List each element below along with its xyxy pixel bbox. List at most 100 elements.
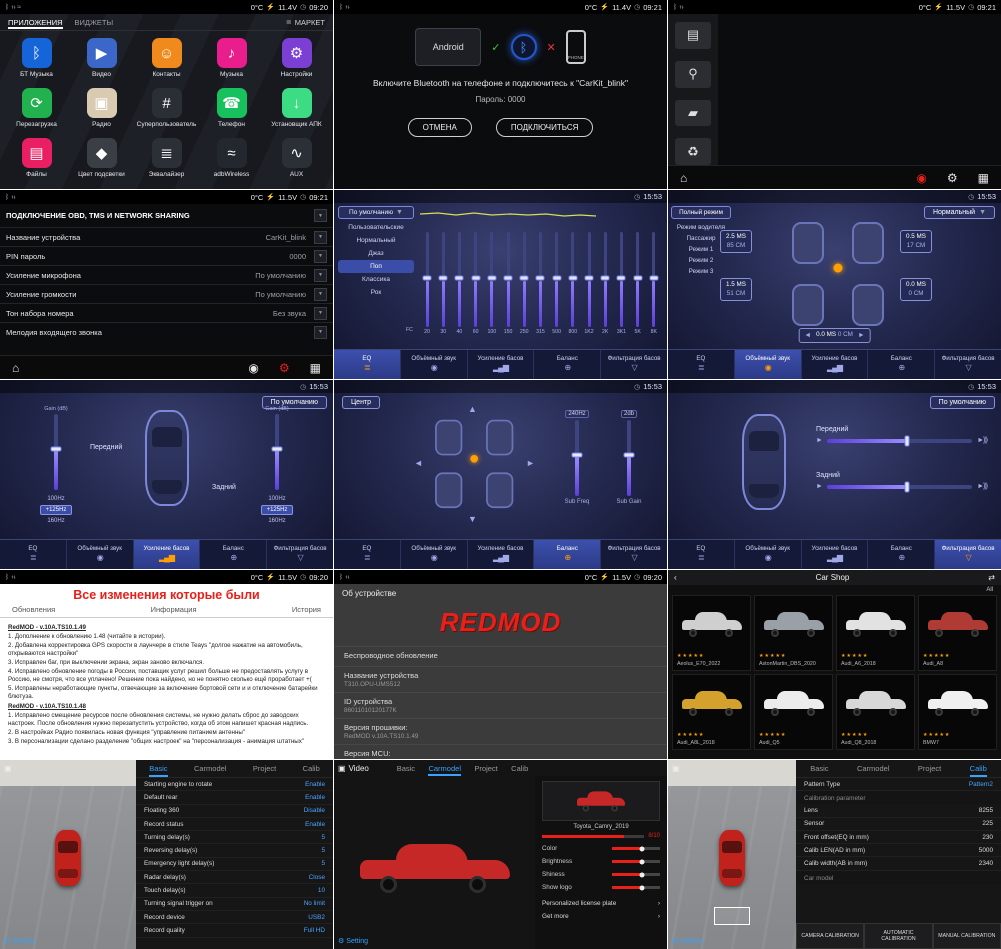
eraser-icon[interactable]: ▰ — [675, 100, 711, 127]
app-shortcut[interactable]: ▶ Видео — [69, 38, 134, 78]
car-model-tile[interactable]: ★★★★★ Audi_Q5 — [754, 674, 833, 750]
audio-tab[interactable]: Баланс ⊕ — [534, 350, 601, 379]
app-shortcut[interactable]: ☺ Контакты — [134, 38, 199, 78]
connect-button[interactable]: ПОДКЛЮЧИТЬСЯ — [496, 118, 594, 137]
app-shortcut[interactable]: ◆ Цвет подсветки — [69, 138, 134, 178]
app-shortcut[interactable]: ∿ AUX — [264, 138, 329, 178]
preset-item[interactable]: Рок — [338, 286, 414, 299]
slider-track[interactable] — [575, 420, 579, 496]
obd-setting-row[interactable]: Тон набора номера Без звука ▼ — [0, 303, 333, 322]
car-model-tile[interactable]: ★★★★★ AstonMartin_DBS_2020 — [754, 595, 833, 671]
audio-tab[interactable]: Объёмный звук ◉ — [67, 540, 134, 569]
eq-band-track[interactable] — [555, 232, 558, 327]
eq-band-slider[interactable]: 5K — [631, 232, 645, 335]
eq-band-track[interactable] — [490, 232, 493, 327]
apps-grid-icon[interactable]: ▦ — [310, 361, 321, 375]
obd-setting-row[interactable]: Название устройства CarKit_blink ▼ — [0, 227, 333, 246]
setting-row[interactable]: Record device USB2 — [136, 911, 333, 924]
eq-band-track[interactable] — [426, 232, 429, 327]
setting-row[interactable]: Turning delay(s) 5 — [136, 831, 333, 844]
cam-tab[interactable]: Project — [918, 760, 941, 777]
dropdown-icon[interactable]: ▼ — [314, 288, 327, 301]
slider-knob[interactable] — [601, 275, 610, 280]
transfer-icon[interactable]: ⇄ — [988, 573, 995, 582]
setting-row[interactable]: Turning signal trigger on No limit — [136, 898, 333, 911]
eq-band-slider[interactable]: 20 — [420, 232, 434, 335]
audio-tab[interactable]: EQ ≣ — [668, 540, 735, 569]
calibration-button[interactable]: CAMERA CALIBRATION — [796, 923, 864, 949]
freq-option[interactable]: +125Hz — [40, 505, 73, 515]
eq-band-slider[interactable]: 1K2 — [582, 232, 596, 335]
default-button[interactable]: По умолчанию — [930, 396, 995, 409]
apps-grid-icon[interactable]: ▦ — [978, 171, 989, 185]
slider-knob[interactable] — [572, 452, 583, 457]
cancel-button[interactable]: ОТМЕНА — [408, 118, 472, 137]
gear-icon[interactable]: ⚙ — [279, 361, 290, 375]
slider-knob[interactable] — [423, 275, 432, 280]
rear-right-delay-chip[interactable]: 0.0 MS 0 CM — [900, 278, 932, 301]
market-button[interactable]: ≣ МАРКЕТ — [286, 18, 325, 27]
rear-left-delay-chip[interactable]: 1.5 MS 51 CM — [720, 278, 752, 301]
calibration-button[interactable]: MANUAL CALIBRATION — [933, 923, 1001, 949]
setting-button[interactable]: ⚙ Setting — [672, 937, 702, 945]
tab-widgets[interactable]: ВИДЖЕТЫ — [75, 18, 114, 27]
obd-setting-row[interactable]: Усиление микрофона По умолчанию ▼ — [0, 265, 333, 284]
tab-applications[interactable]: ПРИЛОЖЕНИЯ — [8, 18, 63, 27]
app-shortcut[interactable]: # Суперпользователь — [134, 88, 199, 128]
front-left-delay-chip[interactable]: 2.5 MS 85 CM — [720, 230, 752, 253]
car-model-tile[interactable]: ★★★★★ Audi_A6_2018 — [836, 595, 915, 671]
cam-tab[interactable]: Carmodel — [428, 760, 461, 776]
default-preset-button[interactable]: По умолчанию ▼ — [338, 206, 414, 219]
eq-band-slider[interactable]: 60 — [469, 232, 483, 335]
audio-tab[interactable]: Фильтрация басов ▽ — [267, 540, 333, 569]
slider-knob[interactable] — [904, 481, 909, 492]
setting-row[interactable]: Touch delay(s) 10 — [136, 884, 333, 897]
slider-knob[interactable] — [504, 275, 513, 280]
dropdown-icon[interactable]: ▼ — [314, 326, 327, 339]
app-shortcut[interactable]: ▣ Радио — [69, 88, 134, 128]
eq-band-track[interactable] — [652, 232, 655, 327]
audio-tab[interactable]: Баланс ⊕ — [868, 540, 935, 569]
mode-item[interactable]: Режим 3 — [671, 266, 731, 277]
cam-tab[interactable]: Calib — [511, 760, 528, 776]
audio-tab[interactable]: Объёмный звук ◉ — [401, 540, 468, 569]
setting-slider[interactable] — [612, 873, 660, 876]
cam-tab[interactable]: Carmodel — [194, 760, 227, 777]
audio-tab[interactable]: Усиление басов ▂▄▆ — [468, 350, 535, 379]
broadcast-icon[interactable]: ◉ — [248, 361, 258, 375]
video-button[interactable]: ▣ Video — [338, 764, 369, 773]
about-item[interactable]: Название устройства T310.OPU-UMS512 — [334, 666, 667, 692]
about-item[interactable]: Версия MCU: Ts10.1.1-100-W01-A4C689-2205… — [334, 744, 667, 759]
preset-dropdown[interactable]: Нормальный ▼ — [924, 206, 995, 219]
changelog-tab[interactable]: История — [292, 605, 321, 614]
car-thumbnail[interactable] — [542, 781, 660, 821]
eq-band-slider[interactable]: 100 — [485, 232, 499, 335]
about-item[interactable]: Версия прошивки: RedMOD v.10A.TS10.1.49 — [334, 718, 667, 744]
setting-row[interactable]: Record status Enable — [136, 818, 333, 831]
center-button[interactable]: Центр — [342, 396, 380, 409]
slider-knob[interactable] — [272, 446, 283, 451]
app-shortcut[interactable]: ▤ Файлы — [4, 138, 69, 178]
setting-slider[interactable] — [612, 860, 660, 863]
model-setting-row[interactable]: Color — [542, 842, 660, 855]
preset-item[interactable]: Джаз — [338, 247, 414, 260]
cam-tab[interactable]: Project — [474, 760, 497, 776]
setting-row[interactable]: Emergency light delay(s) 5 — [136, 858, 333, 871]
slider-knob[interactable] — [455, 275, 464, 280]
obd-setting-row[interactable]: PIN пароль 0000 ▼ — [0, 246, 333, 265]
eq-band-track[interactable] — [636, 232, 639, 327]
audio-tab[interactable]: Фильтрация басов ▽ — [601, 350, 667, 379]
eq-band-track[interactable] — [523, 232, 526, 327]
car-model-tile[interactable]: ★★★★★ Audi_Q8_2018 — [836, 674, 915, 750]
dropdown-icon[interactable]: ▼ — [314, 231, 327, 244]
param-row[interactable]: Lens 8255 — [796, 804, 1001, 817]
app-shortcut[interactable]: ↓ Установщик АПК — [264, 88, 329, 128]
eq-band-slider[interactable]: 250 — [517, 232, 531, 335]
eq-band-track[interactable] — [442, 232, 445, 327]
app-shortcut[interactable]: ♪ Музыка — [199, 38, 264, 78]
slider-knob[interactable] — [568, 275, 577, 280]
audio-tab[interactable]: Баланс ⊕ — [200, 540, 267, 569]
car-model-tile[interactable]: ★★★★★ Aeolus_E70_2022 — [672, 595, 751, 671]
trash-icon[interactable]: ♻ — [675, 138, 711, 165]
panel-link[interactable]: Personalized license plate › — [542, 900, 660, 907]
